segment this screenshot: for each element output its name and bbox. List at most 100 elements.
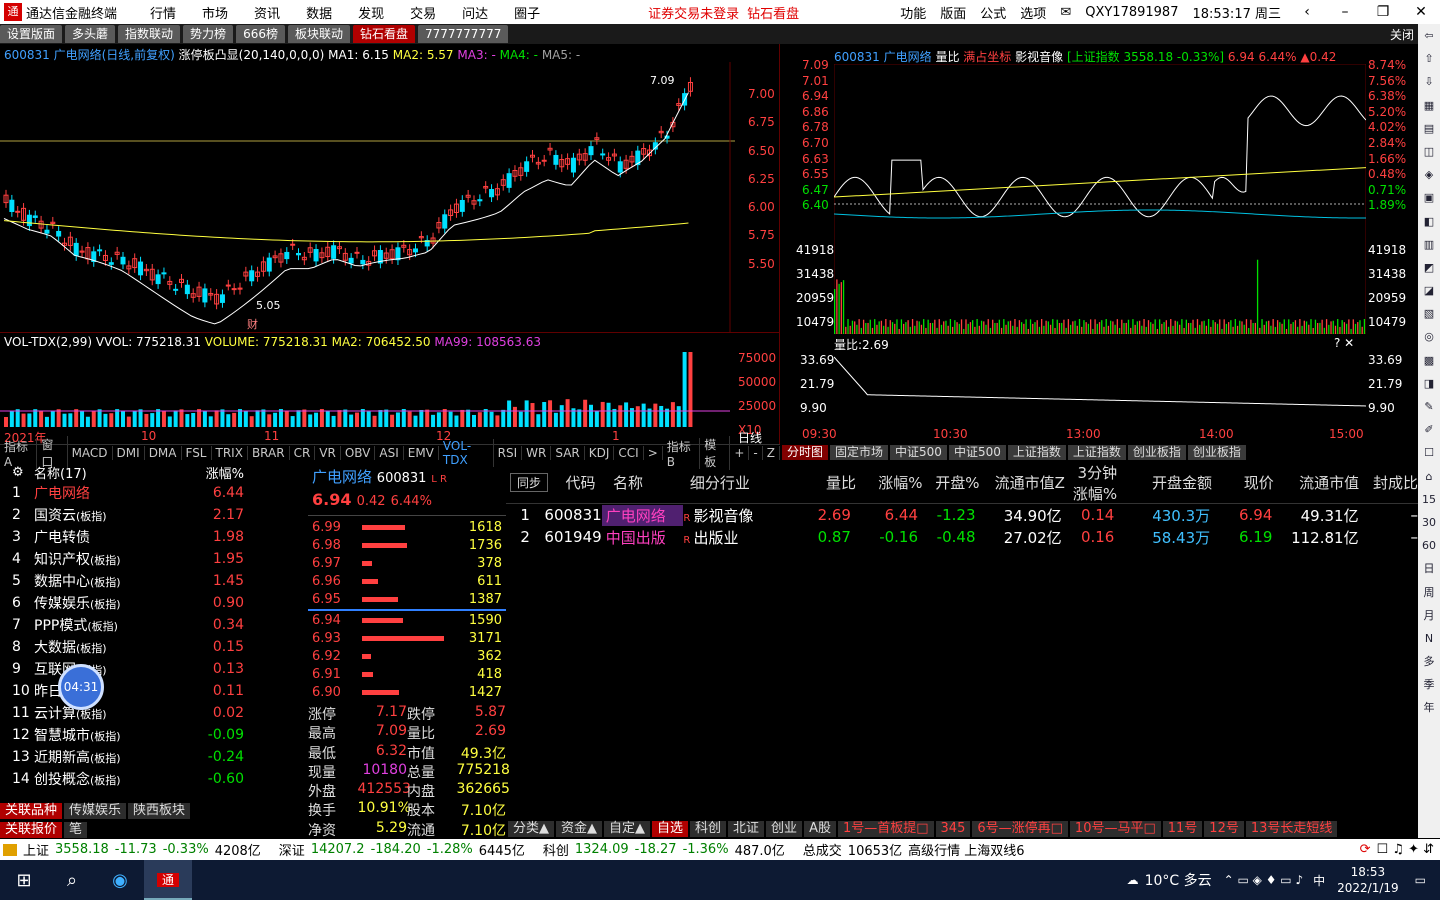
col-header[interactable]: 现价 (1212, 472, 1274, 493)
indicator-tab[interactable]: RSI (494, 446, 523, 460)
refresh-icon[interactable]: ⟳ (1360, 842, 1371, 857)
indicator-tab[interactable]: MACD (68, 446, 113, 460)
weather-icon[interactable]: ☁ (1127, 873, 1139, 887)
col-header[interactable]: 流通市值Z (979, 472, 1065, 493)
toolbar-icon[interactable]: ◧ (1424, 210, 1434, 233)
indicator-tab[interactable]: + (730, 446, 750, 460)
start-icon[interactable]: ⊞ (0, 870, 48, 891)
toolbar-icon[interactable]: ◨ (1424, 372, 1434, 395)
list-item[interactable]: 7 PPP模式(板指) 0.34 (0, 614, 296, 636)
col-header[interactable]: 开盘% (923, 472, 979, 493)
sync-button[interactable]: 同步 (510, 473, 549, 492)
category-tab[interactable]: 6号—涨停再□ (972, 821, 1068, 837)
sz-label[interactable]: 深证 (279, 840, 305, 859)
restore-icon[interactable]: ❐ (1371, 4, 1395, 20)
col-pct[interactable]: 涨幅% (184, 463, 244, 482)
menu-market[interactable]: 市场 (202, 3, 228, 22)
feed-label[interactable]: 高级行情 上海双线6 (908, 840, 1024, 859)
col-header[interactable]: 封成比 (1359, 472, 1418, 493)
indicator-tab[interactable]: Z (763, 446, 780, 460)
indicator-tab[interactable]: BRAR (248, 446, 290, 460)
toolbar-icon[interactable]: ✎ (1424, 395, 1433, 418)
tab-666[interactable]: 666榜 (236, 25, 285, 43)
indicator-tab[interactable]: TRIX (212, 446, 248, 460)
col-header[interactable]: 代码 (552, 472, 609, 493)
period-month[interactable]: 月 (1424, 604, 1435, 627)
finance-marker[interactable]: 财 (247, 316, 258, 332)
ime-indicator[interactable]: 中 (1313, 872, 1325, 889)
menu-layout[interactable]: 版面 (940, 3, 966, 22)
period-15[interactable]: 15 (1422, 488, 1436, 511)
toolbar-icon[interactable]: ◫ (1424, 140, 1434, 163)
kc-label[interactable]: 科创 (543, 840, 569, 859)
toolbar-icon[interactable]: ⇦ (1424, 24, 1433, 47)
chart-subtab[interactable]: 上证指数 (1007, 445, 1066, 460)
toolbar-icon[interactable]: ▥ (1424, 233, 1434, 256)
list-item[interactable]: 1 广电网络 6.44 (0, 482, 296, 504)
toolbar-icon[interactable]: ▦ (1424, 94, 1434, 117)
list-tab[interactable]: 陕西板块 (128, 803, 191, 819)
category-tab[interactable]: 10号—马平□ (1069, 821, 1161, 837)
search-icon[interactable]: ⌕ (48, 870, 96, 891)
user-id[interactable]: QXY17891987 (1085, 5, 1178, 20)
list-tab[interactable]: 传媒娱乐 (64, 803, 127, 819)
notification-icon[interactable]: ▭ (1415, 873, 1426, 887)
category-tab[interactable]: 1号—首板提□ (837, 821, 934, 837)
indicator-tab[interactable]: - (749, 446, 763, 460)
tab-bull[interactable]: 多头蘑 (65, 25, 116, 43)
indicator-tab[interactable]: FSL (182, 446, 212, 460)
list-tab[interactable]: 关联品种 (0, 803, 63, 819)
menu-trade[interactable]: 交易 (410, 3, 436, 22)
weather-text[interactable]: 10°C 多云 (1145, 870, 1212, 890)
toolbar-icon[interactable]: ▣ (1424, 186, 1434, 209)
period-year[interactable]: 年 (1424, 696, 1435, 719)
period-multi[interactable]: 多 (1424, 650, 1435, 673)
indicator-tab[interactable]: DMA (145, 446, 182, 460)
chart-subtab[interactable]: 创业板指 (1187, 445, 1246, 460)
col-header[interactable]: 细分行业 (690, 472, 794, 493)
list-item[interactable]: 6 传媒娱乐(板指) 0.90 (0, 592, 296, 614)
indicator-tab[interactable]: KDJ (585, 446, 615, 460)
col-header[interactable]: 涨幅% (856, 472, 922, 493)
col-header[interactable]: 开盘金额 (1117, 472, 1212, 493)
close-icon[interactable]: ✕ (1409, 4, 1433, 20)
category-tab[interactable]: 11号 (1162, 821, 1203, 837)
tab-sector-link[interactable]: 板块联动 (287, 25, 350, 43)
list-item[interactable]: 13 近期新高(板指) -0.24 (0, 746, 296, 768)
menu-circle[interactable]: 圈子 (514, 3, 540, 22)
chart-subtab[interactable]: 固定市场 (830, 445, 889, 460)
indicator-tab[interactable]: CR (290, 446, 316, 460)
category-tab[interactable]: 12号 (1204, 821, 1244, 837)
menu-quotes[interactable]: 行情 (150, 3, 176, 22)
tab-index-link[interactable]: 指数联动 (118, 25, 181, 43)
list-item[interactable]: 11 云计算(板指) 0.02 (0, 702, 296, 724)
mail-icon[interactable]: ✉ (1060, 5, 1071, 20)
menu-function[interactable]: 功能 (900, 3, 926, 22)
toolbar-icon[interactable]: ✐ (1424, 418, 1433, 441)
table-row[interactable]: 2 601949 中国出版 R 出版业 0.87 -0.16 -0.48 27.02亿 0.16… (506, 526, 1418, 548)
category-tab[interactable]: 创业 (766, 821, 803, 837)
category-tab[interactable]: 北证 (728, 821, 765, 837)
chart-subtab[interactable]: 上证指数 (1067, 445, 1126, 460)
back-icon[interactable]: ‹ (1295, 4, 1319, 20)
close-panel-button[interactable]: 关闭 (1390, 26, 1418, 43)
category-tab[interactable]: 科创 (690, 821, 727, 837)
indicator-tab[interactable]: SAR (551, 446, 585, 460)
status-tools-icon[interactable]: ☐ ♫ ✦ ⇵ (1377, 842, 1435, 857)
category-tab[interactable]: 345 (935, 821, 971, 837)
edge-icon[interactable]: ◉ (96, 870, 144, 891)
list-item[interactable]: 3 广电转债 1.98 (0, 526, 296, 548)
category-tab[interactable]: 自选 (652, 821, 689, 837)
tdx-taskbar-icon[interactable]: 通 (144, 860, 192, 900)
list-tab[interactable]: 关联报价 (0, 822, 63, 838)
category-tab[interactable]: 13号长走短线 (1245, 821, 1338, 837)
tab-7777[interactable]: 7777777777 (418, 25, 509, 43)
list-item[interactable]: 10昨日(板指) 0.11 (0, 680, 296, 702)
help-close-icons[interactable]: ? ✕ (1334, 336, 1354, 350)
diamond-link[interactable]: 钻石看盘 (747, 3, 799, 22)
menu-options[interactable]: 选项 (1020, 3, 1046, 22)
toolbar-icon[interactable]: ▩ (1424, 349, 1434, 372)
period-day[interactable]: 日 (1424, 557, 1435, 580)
period-week[interactable]: 周 (1424, 581, 1435, 604)
list-item[interactable]: 8 大数据(板指) 0.15 (0, 636, 296, 658)
